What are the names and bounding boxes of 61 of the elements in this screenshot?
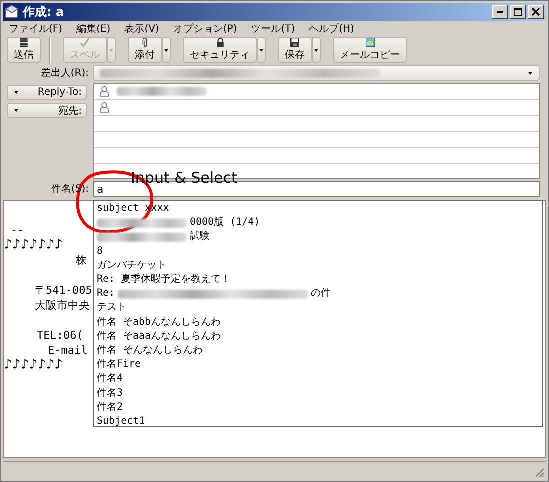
suggestion-item[interactable]: 0000版 (1/4) — [94, 216, 260, 230]
toolbar-button[interactable]: メールコピー — [333, 37, 407, 63]
suggestion-item[interactable]: 件名3 — [94, 386, 124, 401]
caret-icon — [528, 72, 533, 74]
resize-grip-icon — [535, 468, 545, 478]
suggestion-item[interactable]: 件名Fire — [94, 358, 142, 372]
dropdown-button[interactable] — [162, 37, 171, 63]
maximize-button[interactable] — [510, 5, 526, 19]
body-text-line: ♪♪♪♪♪♪♪ — [4, 238, 64, 253]
from-label: 差出人(R): — [40, 66, 89, 80]
person-icon — [100, 86, 109, 97]
menu-item[interactable]: 編集(E) — [76, 22, 111, 36]
toolbar-button[interactable]: 保存 — [278, 37, 312, 63]
maximize-icon — [514, 8, 522, 16]
body-text-line: ♪♪♪♪♪♪♪ — [4, 358, 64, 373]
dropdown-button[interactable] — [312, 37, 321, 63]
window-title: 作成: a — [23, 4, 66, 20]
person-icon — [100, 102, 109, 113]
toolbar-button[interactable]: セキュリティ — [183, 37, 257, 63]
suggestion-item[interactable]: 件名 そんなんしらんわ — [94, 344, 204, 358]
caret-icon — [314, 48, 319, 52]
body-text-line: -- — [10, 223, 24, 238]
body-text-line: 株 — [75, 253, 87, 268]
caret-icon — [259, 48, 264, 52]
close-icon — [532, 8, 540, 16]
suggestion-item[interactable]: 件名 そabbんなんしらんわ — [94, 316, 222, 330]
minimize-icon — [497, 11, 503, 13]
minimize-button[interactable] — [492, 5, 508, 19]
recipient-type-button[interactable]: 宛先: — [7, 103, 87, 118]
menu-item[interactable]: ファイル(F) — [9, 22, 63, 36]
toolbar-button[interactable]: 送信 — [7, 37, 41, 63]
suggestion-item[interactable]: Re: 夏季休暇予定を教えて！ — [94, 273, 232, 288]
close-button[interactable] — [528, 5, 544, 19]
suggestion-item[interactable]: 8 — [94, 244, 104, 259]
lock-icon — [214, 38, 226, 47]
caret-icon — [164, 48, 169, 52]
body-text-line: E-mail — [47, 343, 88, 358]
dropdown-button[interactable] — [257, 37, 266, 63]
suggestion-item[interactable]: Subject1 — [94, 415, 146, 430]
recipient-type-button[interactable]: Reply-To: — [7, 85, 87, 100]
caret-icon — [14, 109, 19, 112]
menu-item[interactable]: オプション(P) — [173, 22, 238, 36]
suggestion-item[interactable]: 件名4 — [94, 372, 124, 387]
toolbar-button[interactable]: 添付 — [128, 37, 162, 63]
paperclip-icon — [141, 38, 149, 47]
body-text-line: TEL:06( — [36, 328, 84, 343]
menu-item[interactable]: ヘルプ(H) — [309, 22, 354, 36]
menu-item[interactable]: ツール(T) — [251, 22, 296, 36]
suggestion-item[interactable]: 試験 — [94, 230, 210, 245]
send-icon — [18, 38, 30, 47]
menu-item[interactable]: 表示(V) — [124, 22, 160, 36]
suggestion-item[interactable]: テスト — [94, 301, 127, 316]
caret-icon — [109, 48, 114, 52]
body-text-line: 〒541-005 — [34, 283, 92, 298]
suggestion-item[interactable]: ガンバチケット — [94, 258, 167, 274]
check-icon — [78, 38, 92, 47]
envelope-icon — [5, 5, 19, 19]
body-text-line: 大阪市中央 — [34, 298, 90, 313]
suggestion-item[interactable]: 件名2 — [94, 400, 124, 416]
caret-icon — [14, 91, 19, 94]
suggestion-item[interactable]: 件名 そaaaんなんしらんわ — [94, 330, 222, 344]
